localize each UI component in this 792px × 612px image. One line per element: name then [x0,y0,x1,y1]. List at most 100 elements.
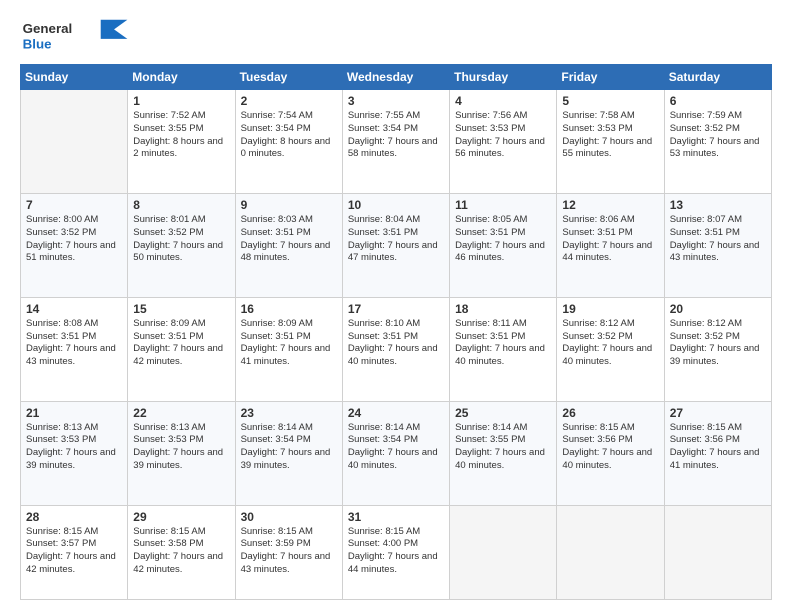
calendar-cell: 5 Sunrise: 7:58 AMSunset: 3:53 PMDaylight… [557,90,664,194]
day-number: 15 [133,302,229,316]
day-number: 28 [26,510,122,524]
calendar-cell: 14Sunrise: 8:08 AMSunset: 3:51 PMDayligh… [21,297,128,401]
day-number: 7 [26,198,122,212]
day-info: Sunrise: 7:58 AMSunset: 3:53 PMDaylight:… [562,110,658,161]
weekday-header-tuesday: Tuesday [235,65,342,90]
day-number: 6 [670,94,766,108]
day-number: 31 [348,510,444,524]
week-row-3: 14Sunrise: 8:08 AMSunset: 3:51 PMDayligh… [21,297,772,401]
page: General Blue SundayMondayTuesdayWednesda… [0,0,792,612]
calendar-cell: 27Sunrise: 8:15 AMSunset: 3:56 PMDayligh… [664,401,771,505]
day-number: 27 [670,406,766,420]
week-row-2: 7 Sunrise: 8:00 AMSunset: 3:52 PMDaylight… [21,193,772,297]
day-info: Sunrise: 7:59 AMSunset: 3:52 PMDaylight:… [670,110,766,161]
day-info: Sunrise: 8:13 AMSunset: 3:53 PMDaylight:… [133,422,229,473]
calendar-cell: 2 Sunrise: 7:54 AMSunset: 3:54 PMDaylight… [235,90,342,194]
day-number: 8 [133,198,229,212]
week-row-5: 28 Sunrise: 8:15 AMSunset: 3:57 PMDayligh… [21,505,772,600]
day-info: Sunrise: 8:09 AMSunset: 3:51 PMDaylight:… [241,318,337,369]
weekday-header-row: SundayMondayTuesdayWednesdayThursdayFrid… [21,65,772,90]
calendar-cell: 15 Sunrise: 8:09 AMSunset: 3:51 PMDayligh… [128,297,235,401]
day-number: 29 [133,510,229,524]
calendar-cell: 19 Sunrise: 8:12 AMSunset: 3:52 PMDayligh… [557,297,664,401]
day-info: Sunrise: 8:00 AMSunset: 3:52 PMDaylight:… [26,214,122,265]
calendar-cell: 11 Sunrise: 8:05 AMSunset: 3:51 PMDayligh… [450,193,557,297]
calendar-cell: 24Sunrise: 8:14 AMSunset: 3:54 PMDayligh… [342,401,449,505]
day-number: 24 [348,406,444,420]
calendar-cell: 10Sunrise: 8:04 AMSunset: 3:51 PMDayligh… [342,193,449,297]
day-info: Sunrise: 8:15 AMSunset: 4:00 PMDaylight:… [348,526,444,577]
week-row-4: 21 Sunrise: 8:13 AMSunset: 3:53 PMDayligh… [21,401,772,505]
calendar-cell: 7 Sunrise: 8:00 AMSunset: 3:52 PMDaylight… [21,193,128,297]
calendar-cell: 30 Sunrise: 8:15 AMSunset: 3:59 PMDayligh… [235,505,342,600]
calendar-cell: 23 Sunrise: 8:14 AMSunset: 3:54 PMDayligh… [235,401,342,505]
day-number: 10 [348,198,444,212]
day-number: 17 [348,302,444,316]
day-number: 5 [562,94,658,108]
calendar-cell: 8Sunrise: 8:01 AMSunset: 3:52 PMDaylight… [128,193,235,297]
day-info: Sunrise: 8:05 AMSunset: 3:51 PMDaylight:… [455,214,551,265]
svg-text:General: General [23,21,73,36]
day-info: Sunrise: 8:11 AMSunset: 3:51 PMDaylight:… [455,318,551,369]
weekday-header-wednesday: Wednesday [342,65,449,90]
calendar-cell: 25 Sunrise: 8:14 AMSunset: 3:55 PMDayligh… [450,401,557,505]
calendar-cell: 20 Sunrise: 8:12 AMSunset: 3:52 PMDayligh… [664,297,771,401]
day-info: Sunrise: 7:54 AMSunset: 3:54 PMDaylight:… [241,110,337,161]
calendar-cell: 12 Sunrise: 8:06 AMSunset: 3:51 PMDayligh… [557,193,664,297]
calendar-table: SundayMondayTuesdayWednesdayThursdayFrid… [20,64,772,600]
weekday-header-monday: Monday [128,65,235,90]
day-number: 20 [670,302,766,316]
calendar-cell: 16 Sunrise: 8:09 AMSunset: 3:51 PMDayligh… [235,297,342,401]
day-number: 26 [562,406,658,420]
day-number: 16 [241,302,337,316]
calendar-cell: 3Sunrise: 7:55 AMSunset: 3:54 PMDaylight… [342,90,449,194]
day-number: 21 [26,406,122,420]
calendar-cell: 22Sunrise: 8:13 AMSunset: 3:53 PMDayligh… [128,401,235,505]
calendar-cell: 13 Sunrise: 8:07 AMSunset: 3:51 PMDayligh… [664,193,771,297]
day-info: Sunrise: 8:06 AMSunset: 3:51 PMDaylight:… [562,214,658,265]
day-info: Sunrise: 8:15 AMSunset: 3:58 PMDaylight:… [133,526,229,577]
day-number: 9 [241,198,337,212]
week-row-1: 1Sunrise: 7:52 AMSunset: 3:55 PMDaylight… [21,90,772,194]
day-info: Sunrise: 8:07 AMSunset: 3:51 PMDaylight:… [670,214,766,265]
header: General Blue [20,16,772,56]
day-number: 13 [670,198,766,212]
day-info: Sunrise: 8:08 AMSunset: 3:51 PMDaylight:… [26,318,122,369]
calendar-cell: 1Sunrise: 7:52 AMSunset: 3:55 PMDaylight… [128,90,235,194]
day-number: 23 [241,406,337,420]
day-info: Sunrise: 8:12 AMSunset: 3:52 PMDaylight:… [670,318,766,369]
day-info: Sunrise: 8:15 AMSunset: 3:57 PMDaylight:… [26,526,122,577]
day-number: 1 [133,94,229,108]
day-info: Sunrise: 8:03 AMSunset: 3:51 PMDaylight:… [241,214,337,265]
day-number: 11 [455,198,551,212]
calendar-cell [450,505,557,600]
calendar-cell: 4Sunrise: 7:56 AMSunset: 3:53 PMDaylight… [450,90,557,194]
calendar-cell: 29 Sunrise: 8:15 AMSunset: 3:58 PMDayligh… [128,505,235,600]
day-info: Sunrise: 8:14 AMSunset: 3:54 PMDaylight:… [241,422,337,473]
day-number: 2 [241,94,337,108]
calendar-cell: 18Sunrise: 8:11 AMSunset: 3:51 PMDayligh… [450,297,557,401]
day-info: Sunrise: 8:15 AMSunset: 3:59 PMDaylight:… [241,526,337,577]
calendar-cell: 9 Sunrise: 8:03 AMSunset: 3:51 PMDaylight… [235,193,342,297]
calendar-cell: 6 Sunrise: 7:59 AMSunset: 3:52 PMDaylight… [664,90,771,194]
calendar-cell: 26Sunrise: 8:15 AMSunset: 3:56 PMDayligh… [557,401,664,505]
day-info: Sunrise: 8:12 AMSunset: 3:52 PMDaylight:… [562,318,658,369]
day-number: 4 [455,94,551,108]
calendar-cell [21,90,128,194]
calendar-cell: 21Sunrise: 8:13 AMSunset: 3:53 PMDayligh… [21,401,128,505]
weekday-header-friday: Friday [557,65,664,90]
day-info: Sunrise: 8:09 AMSunset: 3:51 PMDaylight:… [133,318,229,369]
day-number: 19 [562,302,658,316]
logo-svg: General Blue [20,16,130,56]
day-number: 12 [562,198,658,212]
logo: General Blue [20,16,130,56]
calendar-cell [557,505,664,600]
weekday-header-saturday: Saturday [664,65,771,90]
day-info: Sunrise: 8:14 AMSunset: 3:55 PMDaylight:… [455,422,551,473]
svg-text:Blue: Blue [23,36,52,51]
day-number: 25 [455,406,551,420]
calendar-cell: 28 Sunrise: 8:15 AMSunset: 3:57 PMDayligh… [21,505,128,600]
day-number: 30 [241,510,337,524]
weekday-header-sunday: Sunday [21,65,128,90]
day-number: 3 [348,94,444,108]
